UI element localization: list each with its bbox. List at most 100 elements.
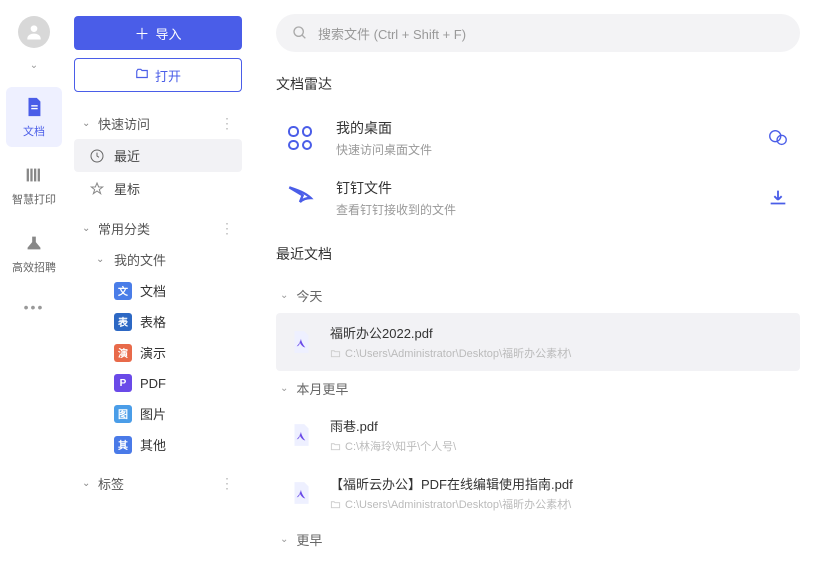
plus-icon: ＋ [134,23,149,44]
import-label: 导入 [156,24,182,43]
rail-item-print[interactable]: 智慧打印 [6,155,62,215]
file-type-icon: 演 [114,344,132,362]
file-path: C:\林海玲\知乎\个人号\ [330,438,790,454]
pdf-file-icon [286,420,316,450]
chevron-down-icon: ⌄ [82,223,98,234]
rail-item-recruit[interactable]: 高效招聘 [6,223,62,283]
category-label: 图片 [140,404,166,423]
category-item[interactable]: 文文档 [86,275,242,306]
file-row[interactable]: 福昕办公2022.pdfC:\Users\Administrator\Deskt… [276,313,800,371]
radar-item-dingtalk[interactable]: 钉钉文件 查看钉钉接收到的文件 [276,168,800,228]
more-icon[interactable]: ⋮ [220,115,234,132]
rail-more-icon[interactable]: ••• [24,299,45,315]
quick-access-label: 快速访问 [98,114,220,133]
file-name: 【福昕云办公】PDF在线编辑使用指南.pdf [330,474,790,493]
avatar[interactable] [18,16,50,48]
more-icon[interactable]: ⋮ [220,475,234,492]
recent-group-header[interactable]: ⌄ 本月更早 [276,371,800,406]
file-type-icon: 图 [114,405,132,423]
sidebar: ＋ 导入 打开 ⌄ 快速访问 ⋮ 最近 [68,0,252,584]
file-path: C:\Users\Administrator\Desktop\福昕办公素材\ [330,496,790,512]
category-item[interactable]: 演演示 [86,337,242,368]
group-label: 今天 [296,286,322,305]
pdf-file-icon [286,478,316,508]
my-files-header[interactable]: ⌄ 我的文件 [86,244,242,275]
recent-label: 最近 [114,146,140,165]
radar-item-desktop[interactable]: 我的桌面 快速访问桌面文件 [276,108,800,168]
file-type-icon: 其 [114,436,132,454]
left-rail: ⌄ 文档 智慧打印 高效招聘 ••• [0,0,68,584]
search-input[interactable]: 搜索文件 (Ctrl + Shift + F) [276,14,800,52]
search-icon [292,25,308,41]
file-info: 福昕办公2022.pdfC:\Users\Administrator\Deskt… [330,323,790,361]
folder-open-icon [135,67,149,84]
radar-item-sub: 快速访问桌面文件 [336,141,744,158]
categories-label: 常用分类 [98,219,220,238]
avatar-chevron-icon[interactable]: ⌄ [30,60,38,71]
radar-title: 文档雷达 [276,74,800,94]
category-label: 其他 [140,435,166,454]
rail-label: 文档 [23,123,45,139]
radar-text: 我的桌面 快速访问桌面文件 [336,118,744,158]
import-button[interactable]: ＋ 导入 [74,16,242,50]
chevron-down-icon: ⌄ [82,118,98,129]
chevron-down-icon: ⌄ [280,290,288,301]
my-files-label: 我的文件 [114,250,166,269]
file-type-icon: P [114,374,132,392]
category-label: 文档 [140,281,166,300]
category-label: PDF [140,376,166,391]
quick-access-header[interactable]: ⌄ 快速访问 ⋮ [74,108,242,139]
recent-group-header[interactable]: ⌄ 今天 [276,278,800,313]
tags-header[interactable]: ⌄ 标签 ⋮ [74,468,242,499]
star-icon [88,181,106,197]
categories-header[interactable]: ⌄ 常用分类 ⋮ [74,213,242,244]
file-name: 雨巷.pdf [330,416,790,435]
download-action-icon[interactable] [760,180,796,216]
print-icon [22,163,46,187]
category-item[interactable]: 其其他 [86,429,242,460]
sidebar-tree: ⌄ 快速访问 ⋮ 最近 星标 ⌄ 常用分类 ⋮ [74,108,242,507]
categories-section: ⌄ 常用分类 ⋮ ⌄ 我的文件 文文档表表格演演示PPDF图图片其其他 [74,213,242,460]
file-info: 【福昕云办公】PDF在线编辑使用指南.pdf C:\Users\Administr… [330,474,790,512]
main-content: 搜索文件 (Ctrl + Shift + F) 文档雷达 我的桌面 快速访问桌面… [252,0,814,584]
open-button[interactable]: 打开 [74,58,242,92]
categories-sub: ⌄ 我的文件 文文档表表格演演示PPDF图图片其其他 [74,244,242,460]
file-row[interactable]: 雨巷.pdf C:\林海玲\知乎\个人号\ [276,406,800,464]
tags-section: ⌄ 标签 ⋮ [74,468,242,499]
file-row[interactable]: 【福昕云办公】PDF在线编辑使用指南.pdf C:\Users\Administr… [276,464,800,522]
chevron-down-icon: ⌄ [280,383,288,394]
quick-access-section: ⌄ 快速访问 ⋮ 最近 星标 [74,108,242,205]
file-path: C:\Users\Administrator\Desktop\福昕办公素材\ [330,345,790,361]
radar-text: 钉钉文件 查看钉钉接收到的文件 [336,178,744,218]
category-item[interactable]: P PDF [86,368,242,398]
tags-label: 标签 [98,474,220,493]
radar-item-title: 钉钉文件 [336,178,744,198]
grid-icon [280,118,320,158]
sidebar-item-starred[interactable]: 星标 [74,172,242,205]
starred-label: 星标 [114,179,140,198]
file-info: 雨巷.pdf C:\林海玲\知乎\个人号\ [330,416,790,454]
category-item[interactable]: 表表格 [86,306,242,337]
recent-title: 最近文档 [276,244,800,264]
rail-label: 高效招聘 [12,259,56,275]
search-placeholder: 搜索文件 (Ctrl + Shift + F) [318,24,466,43]
category-label: 演示 [140,343,166,362]
chevron-down-icon: ⌄ [96,254,108,265]
category-label: 表格 [140,312,166,331]
chevron-down-icon: ⌄ [280,534,288,545]
recent-group-header[interactable]: ⌄更早 [276,522,800,557]
open-label: 打开 [155,66,181,85]
more-icon[interactable]: ⋮ [220,220,234,237]
wechat-action-icon[interactable] [760,120,796,156]
pdf-file-icon [286,327,316,357]
radar-item-title: 我的桌面 [336,118,744,138]
document-icon [22,95,46,119]
dingtalk-icon [280,178,320,218]
clock-icon [88,148,106,164]
sidebar-item-recent[interactable]: 最近 [74,139,242,172]
category-item[interactable]: 图图片 [86,398,242,429]
rail-item-documents[interactable]: 文档 [6,87,62,147]
chevron-down-icon: ⌄ [82,478,98,489]
group-label: 本月更早 [296,379,348,398]
recruit-icon [22,231,46,255]
